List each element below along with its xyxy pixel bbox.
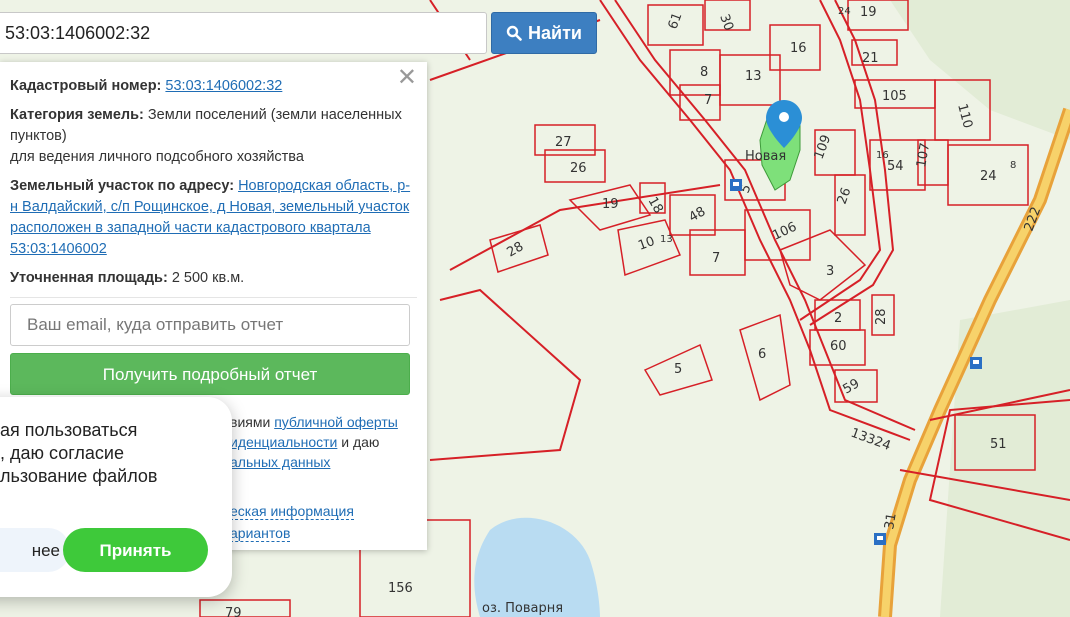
cookie-consent-popup: ая пользоваться , даю согласие льзование… [0, 397, 232, 597]
svg-text:156: 156 [388, 581, 413, 596]
cadastral-search-input[interactable] [0, 12, 487, 54]
svg-text:8: 8 [700, 65, 708, 80]
search-button-label: Найти [528, 22, 582, 43]
public-offer-link[interactable]: публичной оферты [274, 414, 398, 430]
cadastral-row: Кадастровый номер: 53:03:1406002:32 [10, 76, 417, 97]
svg-text:105: 105 [882, 89, 907, 104]
svg-text:7: 7 [712, 251, 720, 266]
svg-text:60: 60 [830, 339, 847, 354]
email-field[interactable] [10, 304, 410, 346]
privacy-link[interactable]: иденциальности [230, 434, 337, 450]
accept-button[interactable]: Принять [63, 528, 208, 572]
svg-text:8: 8 [1010, 160, 1016, 171]
area-value: 2 500 кв.м. [171, 270, 245, 286]
area-label: Уточненная площадь: [10, 270, 168, 286]
svg-text:7: 7 [704, 93, 712, 108]
svg-text:79: 79 [225, 606, 242, 617]
bus-stop-icon [730, 179, 742, 191]
info-link[interactable]: еская информация [230, 503, 354, 520]
bus-stop-icon [874, 533, 886, 545]
svg-text:24: 24 [980, 169, 997, 184]
svg-text:13: 13 [660, 234, 673, 245]
get-report-button[interactable]: Получить подробный отчет [10, 353, 410, 395]
lake-label: оз. Поварня [482, 601, 563, 616]
variants-link[interactable]: ариантов [230, 525, 291, 542]
extra-links: еская информация ариантов [230, 500, 420, 544]
bus-stop-icon [970, 357, 982, 369]
svg-text:51: 51 [990, 437, 1007, 452]
svg-text:19: 19 [602, 197, 619, 212]
svg-text:54: 54 [887, 159, 904, 174]
svg-text:5: 5 [674, 362, 682, 377]
category-label: Категория земель: [10, 107, 144, 123]
svg-text:27: 27 [555, 135, 572, 150]
area-row: Уточненная площадь: 2 500 кв.м. [10, 268, 417, 289]
road-number-31: 31 [882, 512, 900, 531]
search-button[interactable]: Найти [491, 12, 597, 54]
svg-text:24: 24 [838, 6, 851, 17]
category-purpose: для ведения личного подсобного хозяйства [10, 149, 304, 165]
svg-text:2: 2 [834, 311, 842, 326]
terms-text: виями публичной оферты иденциальности и … [230, 414, 398, 470]
personal-data-link[interactable]: альных данных [230, 454, 330, 470]
divider [10, 297, 417, 298]
svg-text:13: 13 [745, 69, 762, 84]
search-icon [506, 25, 522, 41]
cookie-text: ая пользоваться , даю согласие льзование… [0, 420, 158, 486]
svg-text:26: 26 [570, 161, 587, 176]
village-label: Новая [745, 149, 786, 164]
address-row: Земельный участок по адресу: Новгородска… [10, 176, 417, 260]
more-details-button[interactable]: нее [0, 528, 70, 572]
close-icon[interactable]: ✕ [397, 66, 417, 90]
svg-text:3: 3 [826, 264, 834, 279]
category-row: Категория земель: Земли поселений (земли… [10, 105, 417, 168]
cadastral-label: Кадастровый номер: [10, 78, 162, 94]
cadastral-link[interactable]: 53:03:1406002:32 [165, 78, 282, 94]
svg-text:28: 28 [874, 308, 889, 325]
svg-text:19: 19 [860, 5, 877, 20]
svg-text:16: 16 [790, 41, 807, 56]
svg-text:21: 21 [862, 51, 879, 66]
svg-text:6: 6 [758, 347, 766, 362]
address-label: Земельный участок по адресу: [10, 178, 235, 194]
